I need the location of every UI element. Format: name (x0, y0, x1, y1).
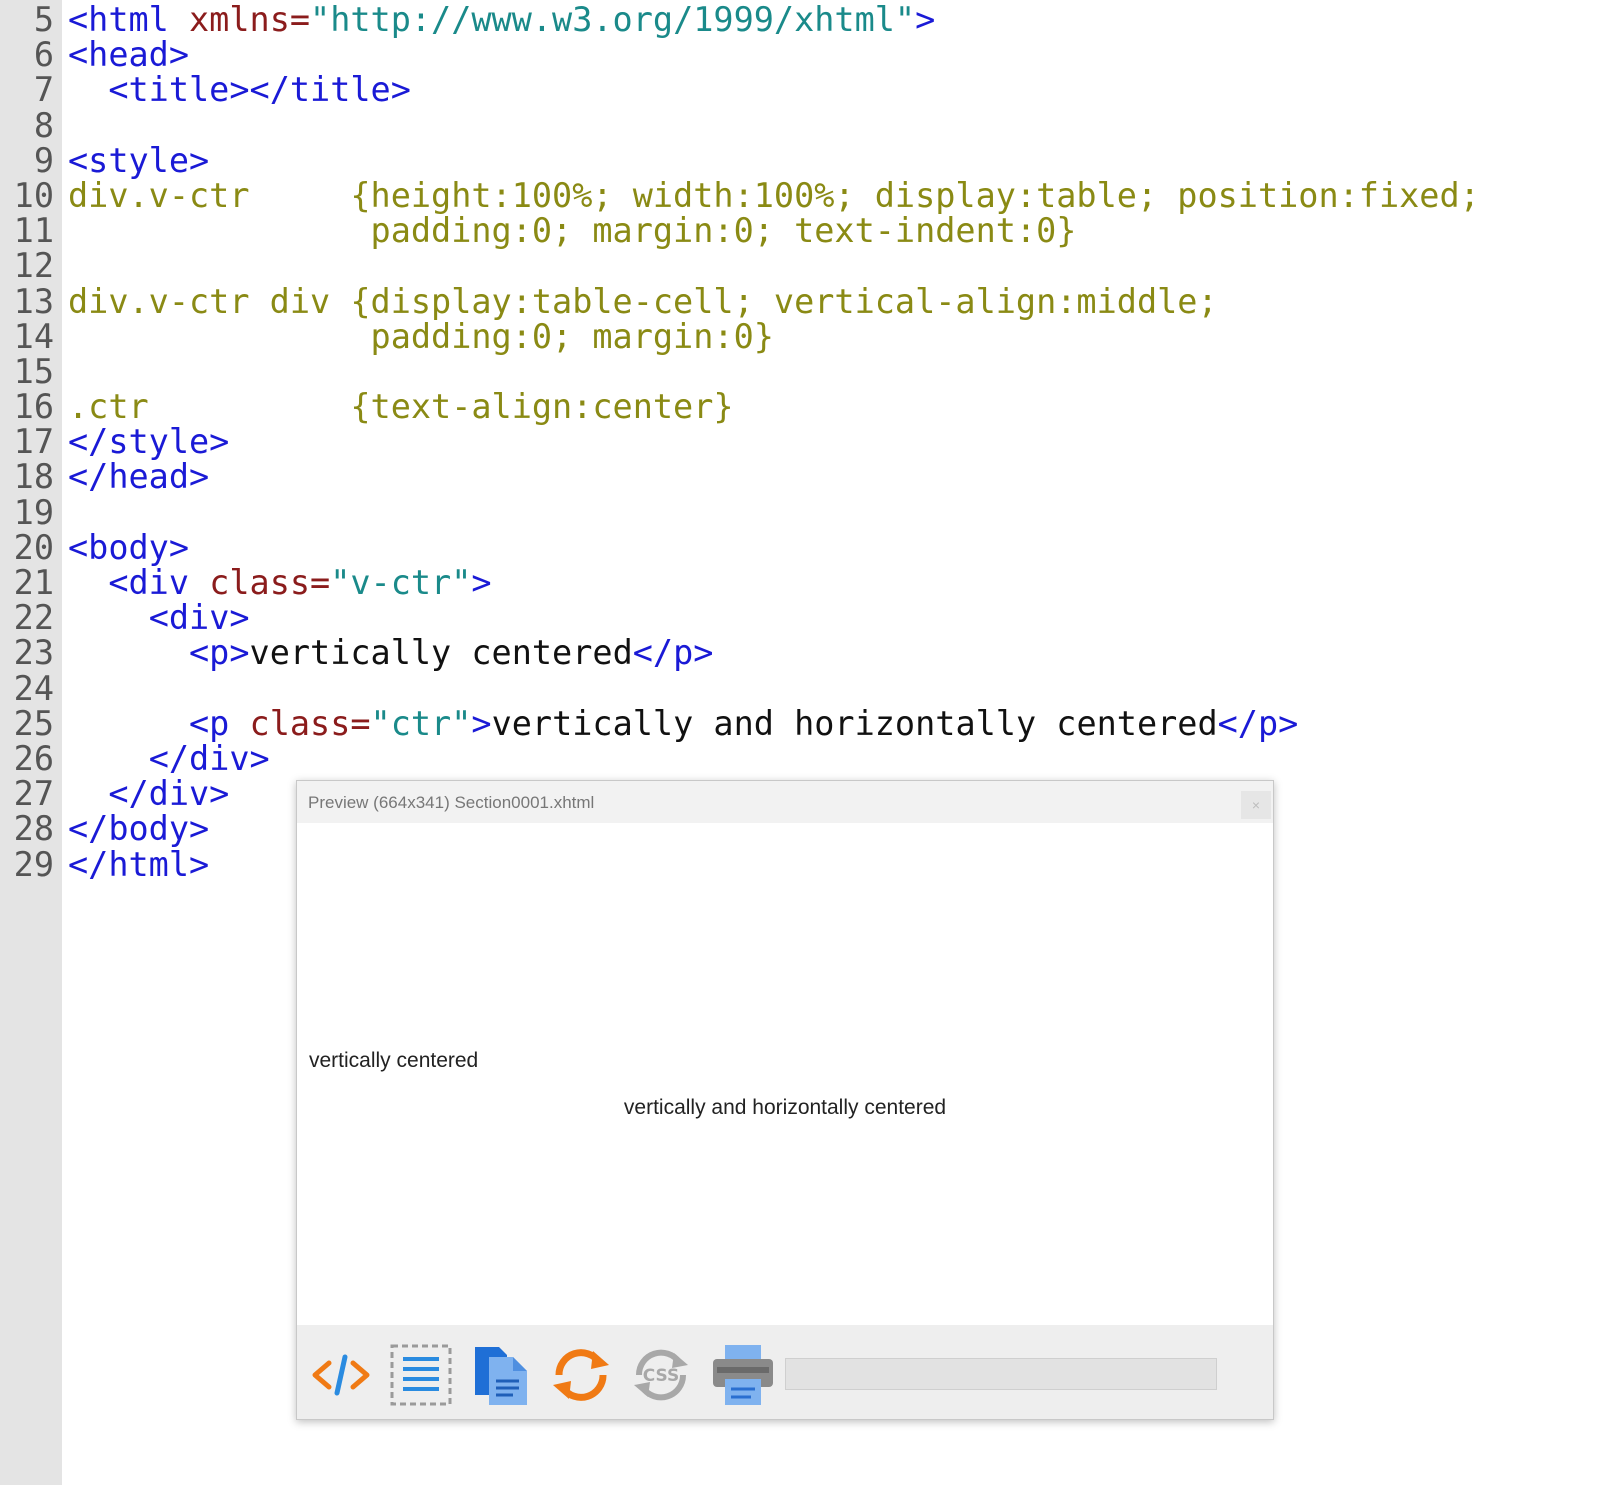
line-number: 16 (13, 387, 54, 427)
close-icon: × (1251, 797, 1261, 813)
code-line-text: <div> (148, 598, 250, 638)
code-line[interactable]: 8 (0, 105, 1601, 145)
svg-text:CSS: CSS (643, 1366, 680, 1386)
preview-window[interactable]: Preview (664x341) Section0001.xhtml × ve… (296, 780, 1274, 1420)
code-line[interactable]: 5 <html xmlns="http://www.w3.org/1999/xht… (0, 2, 1601, 37)
code-line-text: <style> (68, 140, 210, 180)
line-number: 20 (13, 527, 54, 567)
refresh-icon[interactable] (549, 1343, 613, 1407)
line-number: 10 (13, 175, 54, 215)
line-number: 26 (13, 738, 54, 778)
code-line-text: <p class="ctr">vertically and horizontal… (189, 703, 1299, 743)
code-view-icon[interactable] (309, 1343, 373, 1407)
line-number: 6 (33, 35, 54, 75)
code-line-text: <p>vertically centered</p> (189, 633, 714, 673)
line-number: 23 (13, 633, 54, 673)
code-line[interactable]: 6 <head> (0, 37, 1601, 72)
line-number: 13 (13, 281, 54, 321)
code-line[interactable]: 23 <p>vertically centered</p> (0, 635, 1601, 670)
code-line-text: padding:0; margin:0; text-indent:0} (68, 211, 1077, 251)
line-number: 9 (33, 140, 54, 180)
code-line-text: <html xmlns="http://www.w3.org/1999/xhtm… (68, 0, 936, 39)
line-number: 12 (13, 246, 54, 286)
line-number: 22 (13, 598, 54, 638)
line-number: 14 (13, 316, 54, 356)
code-line[interactable]: 9 <style> (0, 143, 1601, 178)
code-line[interactable]: 22 <div> (0, 600, 1601, 635)
code-line[interactable]: 10 div.v-ctr {height:100%; width:100%; di… (0, 178, 1601, 213)
code-line[interactable]: 24 (0, 668, 1601, 708)
preview-toolbar: CSS (297, 1325, 1273, 1419)
documents-icon[interactable] (469, 1343, 533, 1407)
code-line[interactable]: 11 padding:0; margin:0; text-indent:0} (0, 213, 1601, 248)
css-toggle-icon[interactable]: CSS (629, 1343, 693, 1407)
line-number: 25 (13, 703, 54, 743)
code-line-text: padding:0; margin:0} (68, 316, 774, 356)
code-line[interactable]: 26 </div> (0, 741, 1601, 776)
line-number: 5 (33, 0, 54, 39)
code-line-text: div.v-ctr div {display:table-cell; verti… (68, 281, 1218, 321)
code-line[interactable]: 25 <p class="ctr">vertically and horizon… (0, 706, 1601, 741)
close-button[interactable]: × (1241, 791, 1271, 819)
code-line-text: </head> (68, 457, 210, 497)
code-line-text: <head> (68, 35, 190, 75)
code-line[interactable]: 14 padding:0; margin:0} (0, 316, 1601, 356)
code-line-text: <div class="v-ctr"> (108, 563, 492, 602)
line-number: 18 (13, 457, 54, 497)
code-line-text: </div> (148, 738, 270, 778)
code-line[interactable]: 17 </style> (0, 424, 1601, 459)
code-line-text: .ctr {text-align:center} (68, 387, 734, 427)
preview-content: vertically centered vertically and horiz… (297, 823, 1273, 1325)
vertically-centered-text: vertically centered (309, 1049, 479, 1072)
line-number: 19 (13, 492, 54, 532)
preview-titlebar[interactable]: Preview (664x341) Section0001.xhtml × (297, 781, 1273, 823)
code-line-text: <body> (68, 527, 190, 567)
code-line[interactable]: 21 <div class="v-ctr"> (0, 565, 1601, 600)
code-line[interactable]: 19 (0, 492, 1601, 532)
line-number: 24 (13, 668, 54, 708)
code-line[interactable]: 20 <body> (0, 530, 1601, 565)
code-line-text: div.v-ctr {height:100%; width:100%; disp… (68, 175, 1480, 215)
line-number: 21 (13, 563, 54, 602)
code-line[interactable]: 7 <title></title> (0, 72, 1601, 107)
code-line[interactable]: 18 </head> (0, 459, 1601, 494)
code-line-text: <title></title> (108, 70, 411, 110)
line-number: 15 (13, 351, 54, 391)
preview-title: Preview (664x341) Section0001.xhtml (308, 793, 595, 812)
text-view-icon[interactable] (389, 1343, 453, 1407)
line-number: 8 (33, 105, 54, 145)
line-number: 11 (13, 211, 54, 251)
code-line-text: </style> (68, 422, 230, 462)
preview-input-field[interactable] (785, 1358, 1217, 1390)
print-icon[interactable] (711, 1343, 775, 1407)
code-line[interactable]: 12 (0, 248, 1601, 283)
code-editor[interactable]: 5 <html xmlns="http://www.w3.org/1999/xht… (0, 2, 1601, 882)
vertically-horizontally-centered-text: vertically and horizontally centered (623, 1096, 947, 1119)
line-number: 27 (13, 774, 54, 814)
line-number: 7 (33, 70, 54, 110)
line-number: 17 (13, 422, 54, 462)
code-line[interactable]: 16 .ctr {text-align:center} (0, 389, 1601, 424)
line-number: 28 (13, 809, 54, 849)
code-line[interactable]: 13 div.v-ctr div {display:table-cell; ver… (0, 281, 1601, 321)
code-line[interactable]: 15 (0, 354, 1601, 389)
line-number: 29 (13, 844, 54, 884)
